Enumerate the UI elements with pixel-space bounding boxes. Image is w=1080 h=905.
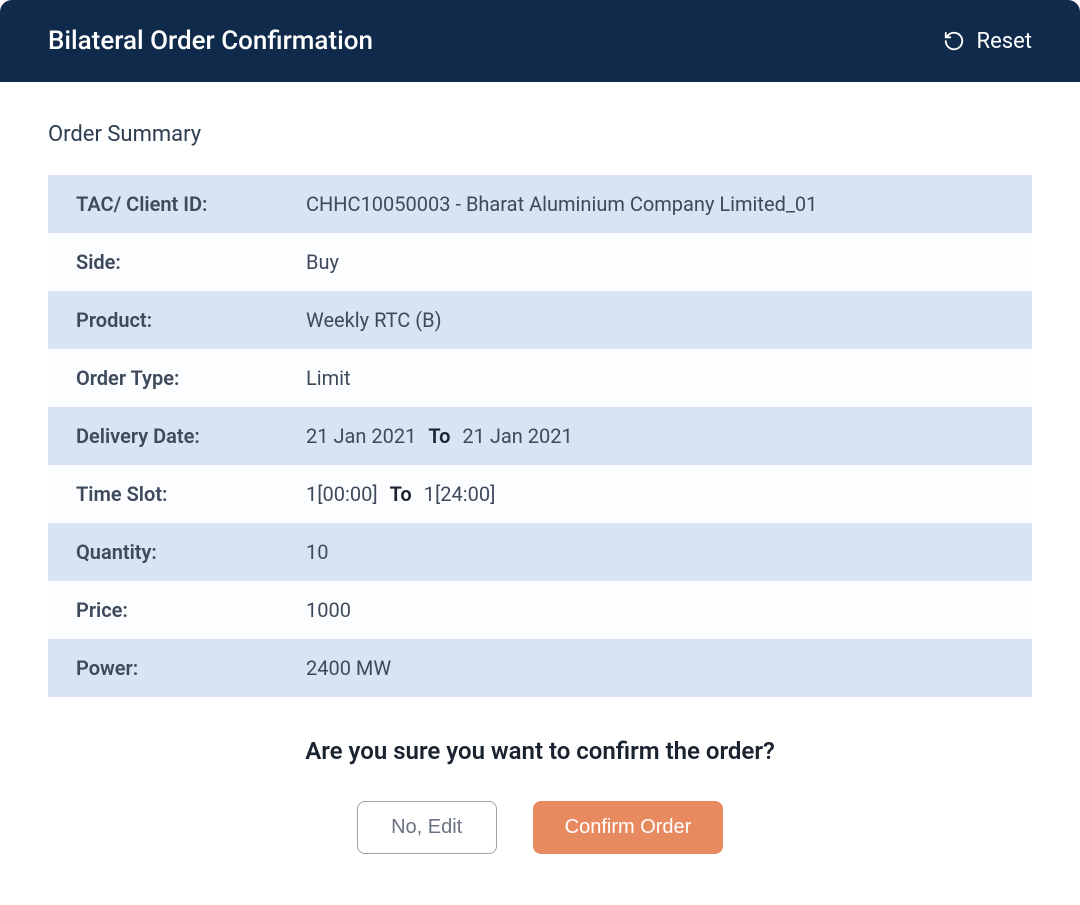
row-label: Time Slot: [48, 465, 278, 523]
order-summary-table: TAC/ Client ID:CHHC10050003 - Bharat Alu… [48, 175, 1032, 697]
range-from: 1[00:00] [306, 482, 378, 506]
page-title: Bilateral Order Confirmation [48, 26, 373, 56]
order-confirmation-dialog: Bilateral Order Confirmation Reset Order… [0, 0, 1080, 905]
dialog-content: Order Summary TAC/ Client ID:CHHC1005000… [0, 82, 1080, 894]
row-label: TAC/ Client ID: [48, 175, 278, 233]
table-row: Price:1000 [48, 581, 1032, 639]
row-label: Order Type: [48, 349, 278, 407]
range-to: 21 Jan 2021 [462, 424, 572, 448]
confirm-question: Are you sure you want to confirm the ord… [48, 737, 1032, 765]
row-label: Side: [48, 233, 278, 291]
row-value: 10 [278, 523, 1032, 581]
confirm-section: Are you sure you want to confirm the ord… [48, 737, 1032, 854]
button-row: No, Edit Confirm Order [48, 801, 1032, 854]
reset-label: Reset [977, 29, 1032, 54]
reset-icon [943, 30, 965, 52]
row-value: Limit [278, 349, 1032, 407]
table-row: Power:2400 MW [48, 639, 1032, 697]
row-label: Price: [48, 581, 278, 639]
section-title: Order Summary [48, 122, 1032, 147]
dialog-header: Bilateral Order Confirmation Reset [0, 0, 1080, 82]
row-label: Power: [48, 639, 278, 697]
row-value: CHHC10050003 - Bharat Aluminium Company … [278, 175, 1032, 233]
range-separator: To [428, 424, 450, 448]
table-row: Delivery Date: 21 Jan 2021 To 21 Jan 2021 [48, 407, 1032, 465]
range-to: 1[24:00] [424, 482, 496, 506]
row-value: Weekly RTC (B) [278, 291, 1032, 349]
row-label: Product: [48, 291, 278, 349]
row-value: 21 Jan 2021 To 21 Jan 2021 [278, 407, 1032, 465]
row-label: Quantity: [48, 523, 278, 581]
table-row: Side:Buy [48, 233, 1032, 291]
range-separator: To [390, 482, 412, 506]
range-from: 21 Jan 2021 [306, 424, 416, 448]
row-value: Buy [278, 233, 1032, 291]
table-row: Time Slot: 1[00:00] To 1[24:00] [48, 465, 1032, 523]
confirm-order-button[interactable]: Confirm Order [533, 801, 724, 854]
row-value: 1[00:00] To 1[24:00] [278, 465, 1032, 523]
no-edit-button[interactable]: No, Edit [357, 801, 497, 854]
table-row: Order Type:Limit [48, 349, 1032, 407]
row-label: Delivery Date: [48, 407, 278, 465]
row-value: 2400 MW [278, 639, 1032, 697]
row-value: 1000 [278, 581, 1032, 639]
table-row: Quantity:10 [48, 523, 1032, 581]
table-row: TAC/ Client ID:CHHC10050003 - Bharat Alu… [48, 175, 1032, 233]
table-row: Product:Weekly RTC (B) [48, 291, 1032, 349]
reset-button[interactable]: Reset [943, 29, 1032, 54]
